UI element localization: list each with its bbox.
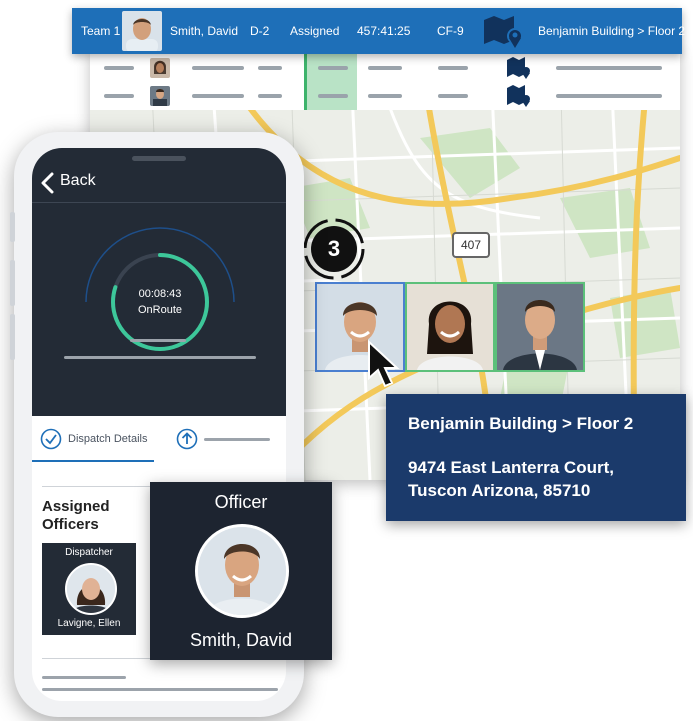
elapsed-time-cell: 457:41:25 <box>357 24 411 38</box>
phone-notch <box>132 156 186 161</box>
map-pin-icon[interactable] <box>506 56 532 80</box>
tab-dispatch-label: Dispatch Details <box>68 433 148 445</box>
cluster-marker[interactable]: 3 <box>302 217 366 281</box>
placeholder-bar <box>42 688 278 691</box>
active-tab-indicator <box>32 460 154 462</box>
dispatch-row-header[interactable]: Team 1 Smith, David D-2 Assigned 457:41:… <box>72 8 686 54</box>
officer-name-cell: Smith, David <box>170 24 239 38</box>
map-pin-icon[interactable] <box>482 14 524 48</box>
highway-shield: 407 <box>452 232 490 258</box>
officer-card[interactable]: Officer Smith, David <box>150 482 332 660</box>
back-label: Back <box>60 172 96 189</box>
dispatcher-name: Lavigne, Ellen <box>57 618 121 629</box>
officer-name: Smith, David <box>189 630 293 650</box>
address-title: Benjamin Building > Floor 2 <box>408 414 634 433</box>
phone-side-button <box>10 260 15 306</box>
row-avatar <box>150 58 170 78</box>
check-circle-icon <box>40 428 62 450</box>
dispatch-table-body <box>90 54 680 110</box>
placeholder-bar <box>64 356 256 359</box>
phone-side-button <box>10 314 15 360</box>
address-line-1: 9474 East Lanterra Court, <box>408 458 614 477</box>
location-cell: Benjamin Building > Floor 2 <box>538 24 686 38</box>
dispatcher-role: Dispatcher <box>65 547 113 558</box>
phone-header-panel: Back 00:08:43 OnRoute <box>32 148 286 416</box>
row-avatar <box>150 86 170 106</box>
phone-side-button <box>10 212 15 242</box>
placeholder-bar <box>130 339 186 342</box>
address-line-2: Tuscon Arizona, 85710 <box>408 481 591 500</box>
officer-photo[interactable] <box>495 282 585 372</box>
officer-avatar <box>195 524 289 618</box>
table-row[interactable] <box>90 54 680 82</box>
chevron-left-icon <box>41 172 54 194</box>
upload-arrow-icon <box>176 428 198 450</box>
team-label: Team 1 <box>81 24 121 38</box>
timer-value: 00:08:43 <box>138 288 182 300</box>
placeholder-bar <box>42 676 126 679</box>
map-pin-icon[interactable] <box>506 84 532 108</box>
tab-upload[interactable] <box>176 426 276 454</box>
unit-cell: D-2 <box>250 24 270 38</box>
timer-status: OnRoute <box>137 304 183 316</box>
code-cell: CF-9 <box>437 24 464 38</box>
status-cell: Assigned <box>290 24 340 38</box>
dispatcher-card[interactable]: Dispatcher Lavigne, Ellen <box>42 543 136 635</box>
dispatcher-avatar <box>65 563 117 615</box>
header-divider <box>32 202 286 203</box>
officer-photo[interactable] <box>405 282 495 372</box>
table-row[interactable] <box>90 82 680 110</box>
pointer-cursor-icon <box>368 340 400 388</box>
address-card: Benjamin Building > Floor 2 9474 East La… <box>386 394 686 521</box>
detail-tabs: Dispatch Details <box>32 416 286 474</box>
cluster-count: 3 <box>311 226 357 272</box>
officer-role: Officer <box>214 492 268 512</box>
officer-avatar <box>122 11 162 51</box>
assigned-officers-heading: Assigned Officers <box>42 498 110 533</box>
placeholder-bar <box>204 438 270 441</box>
